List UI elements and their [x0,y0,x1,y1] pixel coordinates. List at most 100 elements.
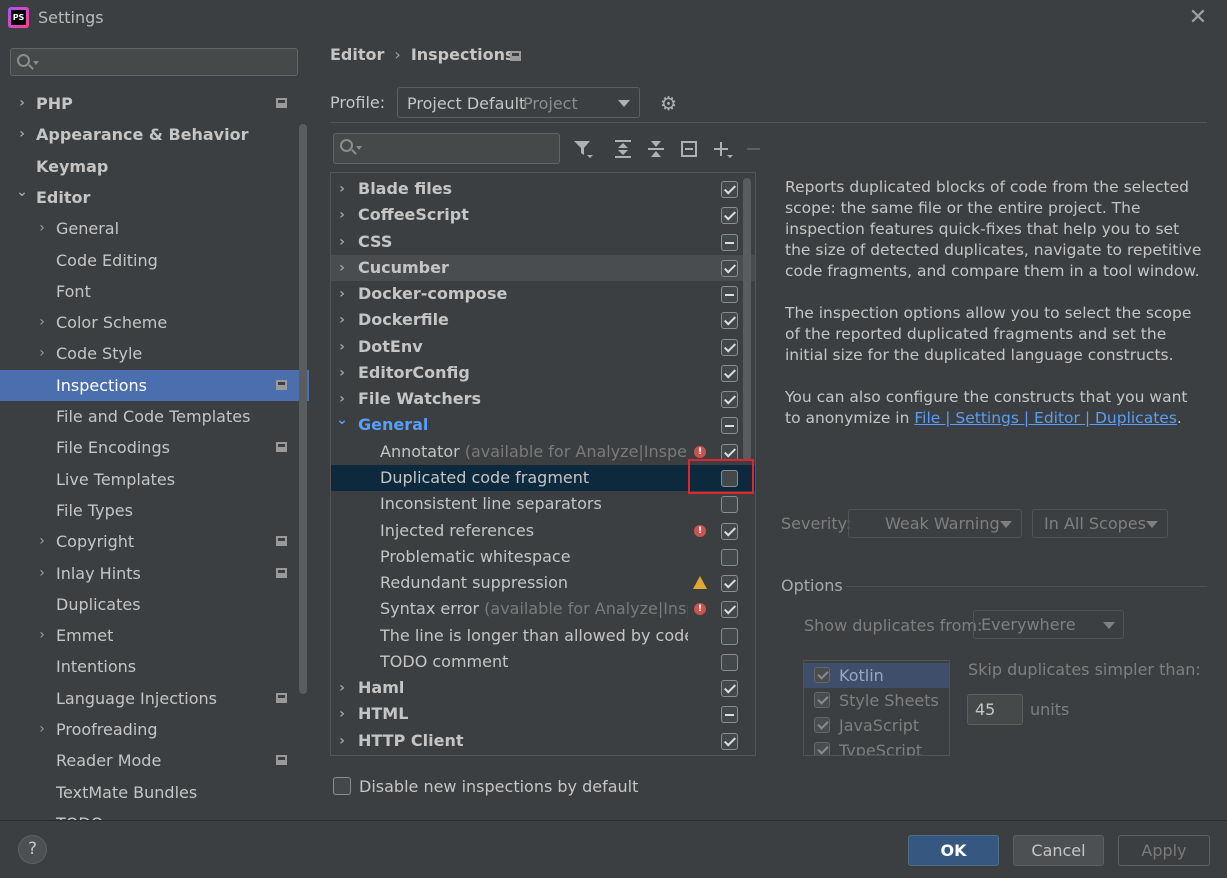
inspections-scrollbar[interactable] [743,178,751,461]
sidebar-search-input[interactable] [10,48,298,76]
sidebar-item[interactable]: Reader Mode [0,745,309,776]
sidebar-item[interactable]: › Color Scheme [0,307,309,338]
chevron-right-icon[interactable]: › [36,307,48,338]
disable-new-inspections-label[interactable]: Disable new inspections by default [359,777,638,796]
sidebar-item[interactable]: ⌄ Editor [0,182,309,213]
language-item[interactable]: Style Sheets [804,688,949,713]
inspection-checkbox[interactable] [721,706,738,724]
chevron-right-icon[interactable]: › [36,526,48,557]
inspection-group-row[interactable]: › Blade files [331,176,755,202]
language-item[interactable]: TypeScript [804,738,949,755]
language-checkbox[interactable] [814,717,830,733]
inspection-checkbox[interactable] [721,286,738,304]
sidebar-item[interactable]: › Inlay Hints [0,558,309,589]
collapse-all-icon[interactable] [645,138,667,160]
inspection-row[interactable]: Redundant suppression [331,570,755,596]
inspection-checkbox[interactable] [721,181,738,198]
inspection-checkbox[interactable] [721,207,738,225]
sidebar-item[interactable]: › Copyright [0,526,309,557]
language-item[interactable]: JavaScript [804,713,949,738]
inspection-group-row[interactable]: › Docker-compose [331,281,755,307]
sidebar-item[interactable]: Duplicates [0,589,309,620]
scope-dropdown[interactable]: In All Scopes [1032,509,1168,538]
inspection-group-row[interactable]: ⌄ General [331,412,755,438]
cancel-button[interactable]: Cancel [1013,835,1104,866]
chevron-right-icon[interactable]: › [36,213,48,244]
chevron-right-icon[interactable]: › [335,255,349,281]
sidebar-item[interactable]: Code Editing [0,245,309,276]
duplicates-settings-link[interactable]: File | Settings | Editor | Duplicates [914,409,1177,427]
language-checkbox[interactable] [814,692,830,708]
filter-icon[interactable] [572,138,594,160]
inspection-row[interactable]: Problematic whitespace [331,544,755,570]
chevron-right-icon[interactable]: › [16,88,28,119]
inspection-row[interactable]: Syntax error(available for Analyze|Inspe… [331,596,755,622]
sidebar-item[interactable]: › Appearance & Behavior [0,119,309,150]
inspection-checkbox[interactable] [721,233,738,251]
inspection-checkbox[interactable] [721,496,738,514]
chevron-right-icon[interactable]: › [36,338,48,369]
inspection-checkbox[interactable] [721,417,738,435]
inspection-group-row[interactable]: › Cucumber [331,254,755,281]
inspection-checkbox[interactable] [721,680,738,698]
inspection-group-row[interactable]: › DotEnv [331,334,755,360]
chevron-right-icon[interactable]: › [335,176,349,202]
chevron-right-icon[interactable]: › [335,701,349,727]
gear-icon[interactable]: ⚙ [660,95,678,114]
inspection-checkbox[interactable] [721,364,738,382]
chevron-down-icon[interactable]: ⌄ [335,407,349,433]
breadcrumb-parent[interactable]: Editor [330,45,384,64]
chevron-right-icon[interactable]: › [335,281,349,307]
inspection-row[interactable]: TODO comment [331,649,755,675]
chevron-down-icon[interactable]: ⌄ [16,177,28,208]
chevron-right-icon[interactable]: › [36,714,48,745]
inspection-checkbox[interactable] [721,338,738,356]
inspection-checkbox[interactable] [721,653,738,671]
inspection-group-row[interactable]: › File Watchers [331,386,755,412]
sidebar-item[interactable]: Live Templates [0,464,309,495]
inspection-checkbox[interactable] [721,575,738,593]
inspection-row[interactable]: Injected references! [331,518,755,544]
language-checkbox[interactable] [814,667,830,683]
inspection-checkbox[interactable] [721,548,738,566]
inspection-checkbox[interactable] [721,312,738,330]
sidebar-item[interactable]: TODO [0,808,309,820]
chevron-right-icon[interactable]: › [36,558,48,589]
chevron-right-icon[interactable]: › [335,675,349,701]
inspections-search-input[interactable] [333,133,560,164]
sidebar-item[interactable]: › PHP [0,88,309,119]
inspection-checkbox[interactable] [721,522,738,540]
profile-dropdown[interactable]: Project Default Project [397,87,640,118]
sidebar-item[interactable]: Keymap [0,151,309,182]
inspection-group-row[interactable]: › CSS [331,229,755,255]
help-button[interactable]: ? [18,835,47,864]
add-icon[interactable] [711,138,733,160]
sidebar-scrollbar[interactable] [299,124,307,694]
ok-button[interactable]: OK [908,835,999,866]
chevron-right-icon[interactable]: › [335,360,349,386]
sidebar-item[interactable]: › Emmet [0,620,309,651]
inspection-checkbox[interactable] [721,627,738,645]
inspection-group-row[interactable]: › HTML [331,701,755,727]
inspection-group-row[interactable]: › EditorConfig [331,360,755,386]
expand-all-icon[interactable] [612,138,634,160]
apply-button[interactable]: Apply [1118,835,1210,866]
sidebar-item[interactable]: File and Code Templates [0,401,309,432]
inspection-group-row[interactable]: › CoffeeScript [331,202,755,228]
chevron-right-icon[interactable]: › [335,307,349,333]
chevron-right-icon[interactable]: › [335,334,349,360]
skip-duplicates-input[interactable]: 45 [967,694,1023,725]
chevron-right-icon[interactable]: › [16,119,28,150]
chevron-right-icon[interactable]: › [335,202,349,228]
show-duplicates-dropdown[interactable]: Everywhere [973,610,1124,639]
sidebar-item[interactable]: File Types [0,495,309,526]
inspection-row[interactable]: Inconsistent line separators [331,491,755,517]
inspection-checkbox[interactable] [721,601,738,619]
inspection-group-row[interactable]: › Dockerfile [331,307,755,333]
sidebar-item[interactable]: › Proofreading [0,714,309,745]
inspection-checkbox[interactable] [721,391,738,409]
sidebar-item[interactable]: Font [0,276,309,307]
inspection-row[interactable]: The line is longer than allowed by code … [331,623,755,649]
severity-dropdown[interactable]: Weak Warning [848,509,1022,538]
chevron-right-icon[interactable]: › [335,229,349,255]
